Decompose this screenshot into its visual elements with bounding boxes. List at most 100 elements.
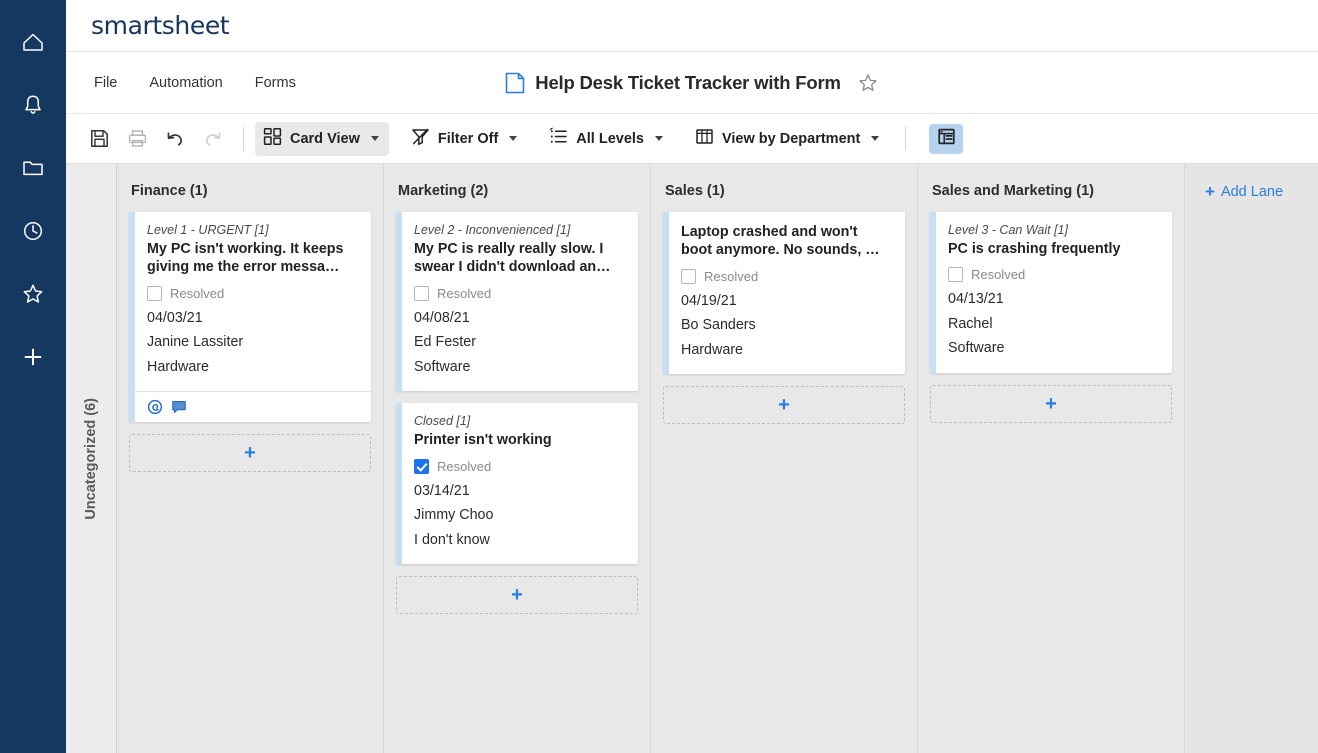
resolved-checkbox[interactable] — [948, 267, 963, 283]
card-body: Level 2 - Inconvenienced [1] My PC is re… — [402, 212, 638, 391]
add-lane-column: + Add Lane — [1185, 164, 1318, 753]
attachment-icon[interactable] — [147, 399, 163, 415]
filter-button[interactable]: Filter Off — [403, 122, 527, 156]
card-assignee: Bo Sanders — [681, 317, 756, 334]
star-outline-icon[interactable] — [857, 72, 879, 94]
card[interactable]: Closed [1] Printer isn't working Resolve… — [396, 403, 638, 565]
card-assignee: Janine Lassiter — [147, 334, 244, 351]
group-by-button[interactable]: View by Department — [687, 122, 889, 156]
card-date: 03/14/21 — [414, 482, 470, 499]
card-footer — [135, 391, 371, 422]
board-area: Uncategorized (6) Finance (1) Level 1 - … — [66, 164, 1318, 753]
card-title: My PC isn't working. It keeps giving me … — [147, 241, 344, 276]
lane-container: Finance (1) Level 1 - URGENT [1] My PC i… — [117, 164, 1318, 753]
menu-item-automation[interactable]: Automation — [147, 70, 224, 96]
card-body: Level 3 - Can Wait [1] PC is crashing fr… — [936, 212, 1172, 373]
folder-icon[interactable] — [11, 146, 55, 190]
card-level: Level 1 - URGENT [1] — [147, 223, 269, 237]
card-date: 04/08/21 — [414, 309, 470, 326]
chevron-down-icon — [871, 136, 880, 141]
chevron-down-icon — [509, 136, 518, 141]
card-assignee: Jimmy Choo — [414, 507, 494, 524]
lane-title: Finance (1) — [131, 183, 208, 199]
card-level: Level 3 - Can Wait [1] — [948, 223, 1068, 237]
card-date: 04/19/21 — [681, 292, 737, 309]
card-body: Laptop crashed and won't boot anymore. N… — [669, 212, 905, 374]
smartsheet-logo[interactable]: smartsheet — [91, 11, 230, 40]
levels-label: All Levels — [576, 130, 644, 147]
card-body: Level 1 - URGENT [1] My PC isn't working… — [135, 212, 371, 391]
view-mode-selector[interactable]: Card View — [255, 121, 389, 156]
filter-label: Filter Off — [437, 130, 499, 147]
left-nav-rail — [0, 0, 66, 753]
resolved-label: Resolved — [437, 285, 492, 301]
card-category: Hardware — [147, 358, 209, 375]
card[interactable]: Level 2 - Inconvenienced [1] My PC is re… — [396, 212, 638, 392]
lane-title: Sales (1) — [665, 183, 725, 199]
page-title: Help Desk Ticket Tracker with Form — [535, 71, 841, 93]
card-category: Hardware — [681, 341, 743, 358]
plus-icon: + — [1205, 182, 1215, 201]
card-resolved-row[interactable]: Resolved — [147, 284, 358, 301]
card-title: My PC is really really slow. I swear I d… — [414, 241, 611, 276]
add-card-button[interactable]: + — [396, 576, 638, 615]
add-lane-button[interactable]: + Add Lane — [1205, 183, 1283, 200]
card-resolved-row[interactable]: Resolved — [948, 265, 1159, 283]
card-category: Software — [414, 358, 471, 375]
resolved-checkbox[interactable] — [681, 268, 696, 284]
chevron-down-icon — [654, 136, 663, 141]
group-by-label: View by Department — [721, 130, 861, 147]
columns-icon — [695, 127, 714, 150]
undo-icon[interactable] — [156, 122, 194, 156]
add-card-plus-icon: + — [1045, 393, 1057, 416]
add-card-button[interactable]: + — [129, 434, 371, 473]
comment-icon[interactable] — [171, 399, 187, 415]
chevron-down-icon — [370, 136, 379, 141]
levels-button[interactable]: All Levels — [541, 122, 673, 156]
clock-icon[interactable] — [11, 209, 55, 253]
star-icon[interactable] — [11, 272, 55, 316]
card-assignee: Rachel — [948, 315, 993, 332]
lane-title: Sales and Marketing (1) — [932, 183, 1094, 199]
add-card-button[interactable]: + — [930, 385, 1172, 424]
resolved-checkbox[interactable] — [414, 285, 429, 301]
card-view-icon — [263, 127, 282, 150]
card-category: I don't know — [414, 531, 490, 548]
menu-item-list: File Automation Forms — [66, 70, 298, 96]
resolved-checkbox[interactable] — [414, 458, 429, 474]
resolved-label: Resolved — [704, 268, 759, 284]
card[interactable]: Laptop crashed and won't boot anymore. N… — [663, 212, 905, 375]
resolved-label: Resolved — [437, 458, 492, 474]
menu-bar: File Automation Forms Help Desk Ticket T… — [66, 52, 1318, 114]
card-body: Closed [1] Printer isn't working Resolve… — [402, 403, 638, 564]
add-card-button[interactable]: + — [663, 386, 905, 425]
bell-icon[interactable] — [11, 83, 55, 127]
resolved-checkbox[interactable] — [147, 285, 162, 301]
resolved-label: Resolved — [170, 285, 225, 301]
save-icon[interactable] — [80, 122, 118, 156]
home-icon[interactable] — [11, 20, 55, 64]
card-resolved-row[interactable]: Resolved — [414, 284, 625, 301]
menu-item-forms[interactable]: Forms — [253, 70, 298, 96]
toolbar: Card View Filter Off All Levels View by … — [66, 114, 1318, 164]
grid-view-toggle[interactable] — [929, 123, 964, 154]
toolbar-divider-2 — [905, 126, 907, 151]
card[interactable]: Level 1 - URGENT [1] My PC isn't working… — [129, 212, 371, 423]
add-lane-label: Add Lane — [1220, 183, 1284, 200]
card-level: Level 2 - Inconvenienced [1] — [414, 223, 571, 237]
menu-item-file[interactable]: File — [92, 70, 119, 96]
print-icon[interactable] — [118, 122, 156, 156]
card[interactable]: Level 3 - Can Wait [1] PC is crashing fr… — [930, 212, 1172, 374]
toolbar-divider-1 — [243, 126, 244, 151]
lane-finance: Finance (1) Level 1 - URGENT [1] My PC i… — [117, 164, 384, 753]
redo-icon[interactable] — [194, 122, 232, 156]
card-resolved-row[interactable]: Resolved — [681, 267, 892, 284]
card-resolved-row[interactable]: Resolved — [414, 457, 625, 474]
plus-icon[interactable] — [11, 335, 55, 379]
levels-icon — [549, 127, 568, 150]
card-title: Printer isn't working — [414, 432, 552, 449]
uncategorized-lane-collapsed[interactable]: Uncategorized (6) — [66, 164, 117, 753]
card-category: Software — [948, 340, 1005, 357]
lane-sales: Sales (1) Laptop crashed and won't boot … — [651, 164, 918, 753]
main-region: smartsheet File Automation Forms Help De… — [66, 0, 1318, 753]
